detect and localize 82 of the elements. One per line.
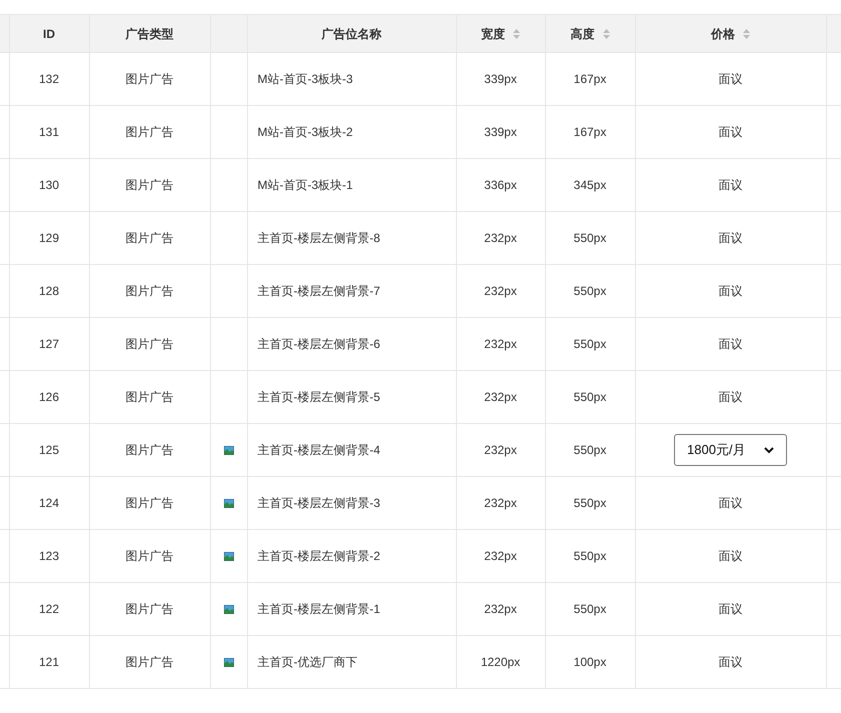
table-cell: 550px xyxy=(574,602,606,616)
table-cell: M站-首页-3板块-1 xyxy=(258,178,353,192)
table-cell: 232px xyxy=(484,337,517,351)
table-cell: 图片广告 xyxy=(126,337,174,351)
table-cell: 面议 xyxy=(718,337,742,351)
table-cell: 129 xyxy=(38,231,60,245)
table-cell: 130 xyxy=(38,178,60,192)
table-cell: 339px xyxy=(484,125,517,139)
table-cell: 123 xyxy=(38,549,60,563)
table-cell: 1220px xyxy=(480,655,520,669)
table-cell: 550px xyxy=(574,231,606,245)
table-cell: 121 xyxy=(38,655,60,669)
sort-icon[interactable] xyxy=(743,29,750,40)
column-header[interactable]: 高度 xyxy=(545,14,635,52)
column-header[interactable]: 宽度 xyxy=(456,14,545,52)
table-cell: 167px xyxy=(574,125,606,139)
table-cell: 面议 xyxy=(718,390,742,404)
price-select[interactable]: 1800元/月 xyxy=(674,434,787,466)
table-cell: 122 xyxy=(38,602,60,616)
table-cell: 面议 xyxy=(718,655,742,669)
table-cell: 图片广告 xyxy=(126,549,174,563)
table-cell: 主首页-楼层左侧背景-7 xyxy=(258,284,380,298)
column-header: ID xyxy=(9,14,89,52)
table-cell: 主首页-楼层左侧背景-5 xyxy=(258,390,380,404)
table-cell: 主首页-楼层左侧背景-2 xyxy=(258,549,380,563)
table-cell: 167px xyxy=(574,72,606,86)
column-header[interactable]: 价格 xyxy=(635,14,826,52)
table-cell: 124 xyxy=(38,496,60,510)
chevron-down-icon xyxy=(764,446,774,454)
table-cell: 图片广告 xyxy=(126,496,174,510)
table-cell: 图片广告 xyxy=(126,655,174,669)
table-cell: 面议 xyxy=(718,496,742,510)
table-cell: 128 xyxy=(38,284,60,298)
table-cell: 131 xyxy=(38,125,60,139)
table-cell: 主首页-优选厂商下 xyxy=(258,655,358,669)
column-header: 广告位名称 xyxy=(247,14,456,52)
table-cell: 面议 xyxy=(718,72,742,86)
table-cell: 图片广告 xyxy=(126,231,174,245)
table-cell: 主首页-楼层左侧背景-6 xyxy=(258,337,380,351)
table-cell: 550px xyxy=(574,549,606,563)
column-header: 广告类型 xyxy=(89,14,210,52)
table-cell: 面议 xyxy=(718,602,742,616)
table-cell: 127 xyxy=(38,337,60,351)
table-cell: 面议 xyxy=(718,549,742,563)
table-cell: 232px xyxy=(484,496,517,510)
sort-icon[interactable] xyxy=(513,29,520,40)
table-cell: 550px xyxy=(574,284,606,298)
table-cell: 图片广告 xyxy=(126,443,174,457)
table-cell: 主首页-楼层左侧背景-3 xyxy=(258,496,380,510)
table-cell: 126 xyxy=(38,390,60,404)
table-cell: 132 xyxy=(38,72,60,86)
table-cell: 图片广告 xyxy=(126,390,174,404)
table-cell: 550px xyxy=(574,337,606,351)
table-cell: 面议 xyxy=(718,125,742,139)
table-cell: 232px xyxy=(484,602,517,616)
sort-icon[interactable] xyxy=(602,29,610,40)
table-cell: 550px xyxy=(574,496,606,510)
table-cell: 面议 xyxy=(718,178,742,192)
table-cell: 345px xyxy=(574,178,606,192)
table-cell: 336px xyxy=(484,178,517,192)
table-cell: 主首页-楼层左侧背景-8 xyxy=(258,231,380,245)
table-cell: 面议 xyxy=(718,231,742,245)
table-cell: 550px xyxy=(574,443,606,457)
table-cell: 主首页-楼层左侧背景-1 xyxy=(258,602,380,616)
table-cell: M站-首页-3板块-3 xyxy=(258,72,353,86)
table-cell: 100px xyxy=(574,655,606,669)
table-cell: M站-首页-3板块-2 xyxy=(258,125,353,139)
table-cell: 232px xyxy=(484,549,517,563)
table-cell: 图片广告 xyxy=(126,284,174,298)
table-cell: 图片广告 xyxy=(126,602,174,616)
table-cell: 232px xyxy=(484,443,517,457)
table-cell: 550px xyxy=(574,390,606,404)
table-cell: 图片广告 xyxy=(126,178,174,192)
table-cell: 图片广告 xyxy=(126,72,174,86)
table-cell: 面议 xyxy=(718,284,742,298)
table-cell: 232px xyxy=(484,284,517,298)
table-cell: 339px xyxy=(484,72,517,86)
table-cell: 232px xyxy=(484,231,517,245)
table-cell: 图片广告 xyxy=(126,125,174,139)
table-cell: 232px xyxy=(484,390,517,404)
table-cell: 主首页-楼层左侧背景-4 xyxy=(258,443,380,457)
table-cell: 125 xyxy=(38,443,60,457)
